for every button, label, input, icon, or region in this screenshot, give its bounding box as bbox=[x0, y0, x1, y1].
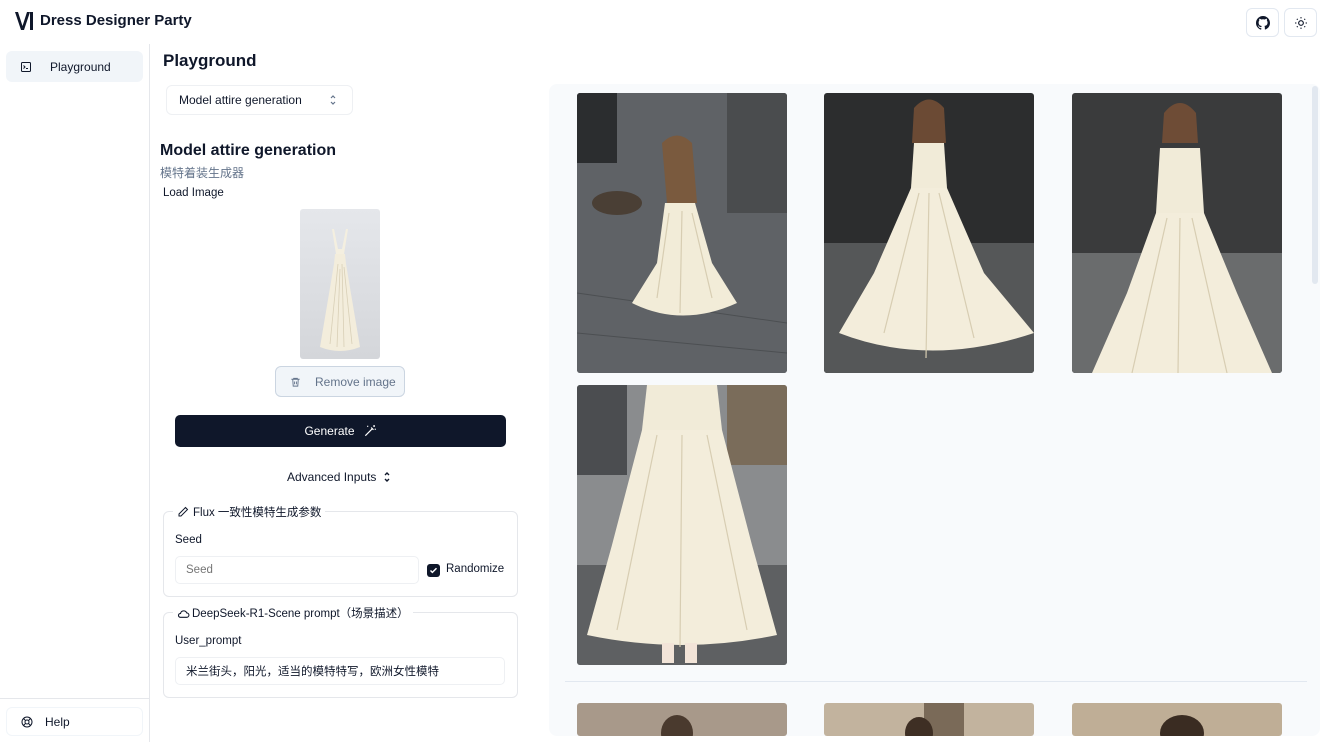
pencil-icon bbox=[178, 506, 189, 517]
chevrons-up-down-icon bbox=[384, 472, 390, 482]
deepseek-params-group bbox=[163, 612, 518, 698]
terminal-square-icon bbox=[21, 61, 31, 72]
logo-icon bbox=[15, 12, 33, 30]
gallery-image-4[interactable] bbox=[577, 385, 787, 665]
gallery-image-5[interactable] bbox=[577, 703, 787, 736]
remove-image-button[interactable]: Remove image bbox=[275, 366, 405, 397]
sidebar: Playground Help bbox=[0, 44, 150, 742]
generate-label: Generate bbox=[304, 424, 355, 438]
gallery-image-7[interactable] bbox=[1072, 703, 1282, 736]
mode-select-value: Model attire generation bbox=[179, 93, 302, 107]
github-icon bbox=[1255, 15, 1270, 30]
gallery-scrollbar[interactable] bbox=[1312, 86, 1318, 284]
magic-wand-icon bbox=[364, 425, 376, 437]
user-prompt-label: User_prompt bbox=[175, 635, 242, 647]
theme-toggle-button[interactable] bbox=[1284, 8, 1317, 37]
uploaded-image-preview bbox=[300, 209, 380, 359]
advanced-inputs-toggle[interactable]: Advanced Inputs bbox=[287, 470, 392, 484]
seed-label: Seed bbox=[175, 534, 202, 546]
app-header: Dress Designer Party bbox=[0, 0, 1328, 44]
check-icon bbox=[429, 567, 438, 574]
help-button[interactable]: Help bbox=[6, 707, 143, 736]
flux-group-legend-text: Flux 一致性模特生成参数 bbox=[193, 507, 322, 519]
sidebar-item-playground[interactable]: Playground bbox=[6, 51, 143, 82]
seed-input[interactable] bbox=[175, 556, 419, 584]
trash-icon bbox=[291, 377, 300, 387]
randomize-checkbox[interactable] bbox=[427, 564, 440, 577]
gallery-image-2[interactable] bbox=[824, 93, 1034, 373]
generate-button[interactable]: Generate bbox=[175, 415, 506, 447]
sun-icon bbox=[1294, 16, 1307, 29]
sidebar-footer: Help bbox=[0, 698, 150, 742]
randomize-label: Randomize bbox=[446, 563, 505, 575]
lifebuoy-icon bbox=[21, 716, 33, 727]
section-title: Model attire generation bbox=[160, 142, 337, 159]
gallery-image-1[interactable] bbox=[577, 93, 787, 373]
load-image-label: Load Image bbox=[163, 187, 224, 199]
gallery-image-6[interactable] bbox=[824, 703, 1034, 736]
section-subtitle: 模特着装生成器 bbox=[160, 166, 245, 180]
gallery-divider bbox=[565, 681, 1307, 682]
advanced-inputs-label: Advanced Inputs bbox=[287, 470, 377, 484]
flux-group-legend: Flux 一致性模特生成参数 bbox=[173, 504, 326, 520]
chevrons-up-down-icon bbox=[330, 95, 336, 105]
gallery-image-3[interactable] bbox=[1072, 93, 1282, 373]
sidebar-item-label: Playground bbox=[50, 59, 111, 74]
mode-select[interactable]: Model attire generation bbox=[166, 85, 353, 115]
remove-image-label: Remove image bbox=[315, 374, 396, 389]
app-title: Dress Designer Party bbox=[40, 12, 192, 29]
deepseek-group-legend: DeepSeek-R1-Scene prompt（场景描述） bbox=[173, 605, 413, 621]
user-prompt-input[interactable]: 米兰街头，阳光，适当的模特特写，欧洲女性模特 bbox=[175, 657, 505, 685]
help-label: Help bbox=[45, 714, 70, 729]
deepseek-group-legend-text: DeepSeek-R1-Scene prompt（场景描述） bbox=[192, 608, 409, 620]
cloud-icon bbox=[177, 609, 190, 618]
flux-params-group bbox=[163, 511, 518, 597]
page-title: Playground bbox=[163, 51, 257, 70]
github-button[interactable] bbox=[1246, 8, 1279, 37]
